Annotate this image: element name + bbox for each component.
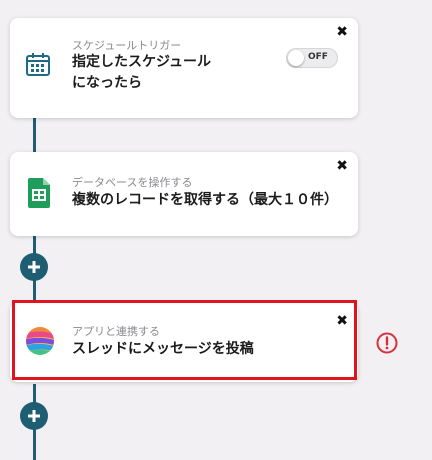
app-integration-card[interactable]: ✖ アプリと連携する スレッドにメッセージを投稿 — [10, 302, 358, 382]
step-subtitle: スケジュールトリガー — [72, 39, 182, 52]
step-title: スレッドにメッセージを投稿 — [72, 341, 254, 357]
flow-connector-line — [33, 118, 36, 152]
add-step-button[interactable] — [20, 253, 48, 281]
warning-icon[interactable] — [376, 332, 398, 354]
step-title: 指定したスケジュール になったら — [72, 54, 212, 91]
add-step-button[interactable] — [20, 402, 48, 430]
step-subtitle: アプリと連携する — [72, 325, 160, 338]
step-title: 複数のレコードを取得する（最大１０件） — [72, 192, 338, 208]
schedule-trigger-card[interactable]: ✖ スケジュールトリガー 指定したスケジュール になったら OFF — [10, 18, 358, 118]
toggle-label: OFF — [308, 52, 328, 62]
step-subtitle: データベースを操作する — [72, 176, 193, 189]
toggle-knob — [288, 50, 304, 66]
close-icon[interactable]: ✖ — [336, 159, 348, 173]
plus-icon — [28, 410, 40, 422]
trigger-toggle[interactable]: OFF — [286, 48, 338, 68]
database-operation-card[interactable]: ✖ データベースを操作する 複数のレコードを取得する（最大１０件） — [10, 152, 358, 236]
app-logo-icon — [26, 327, 54, 355]
schedule-calendar-icon — [26, 53, 50, 76]
close-icon[interactable]: ✖ — [336, 314, 348, 328]
plus-icon — [28, 261, 40, 273]
google-sheets-icon — [28, 178, 50, 208]
close-icon[interactable]: ✖ — [336, 25, 348, 39]
